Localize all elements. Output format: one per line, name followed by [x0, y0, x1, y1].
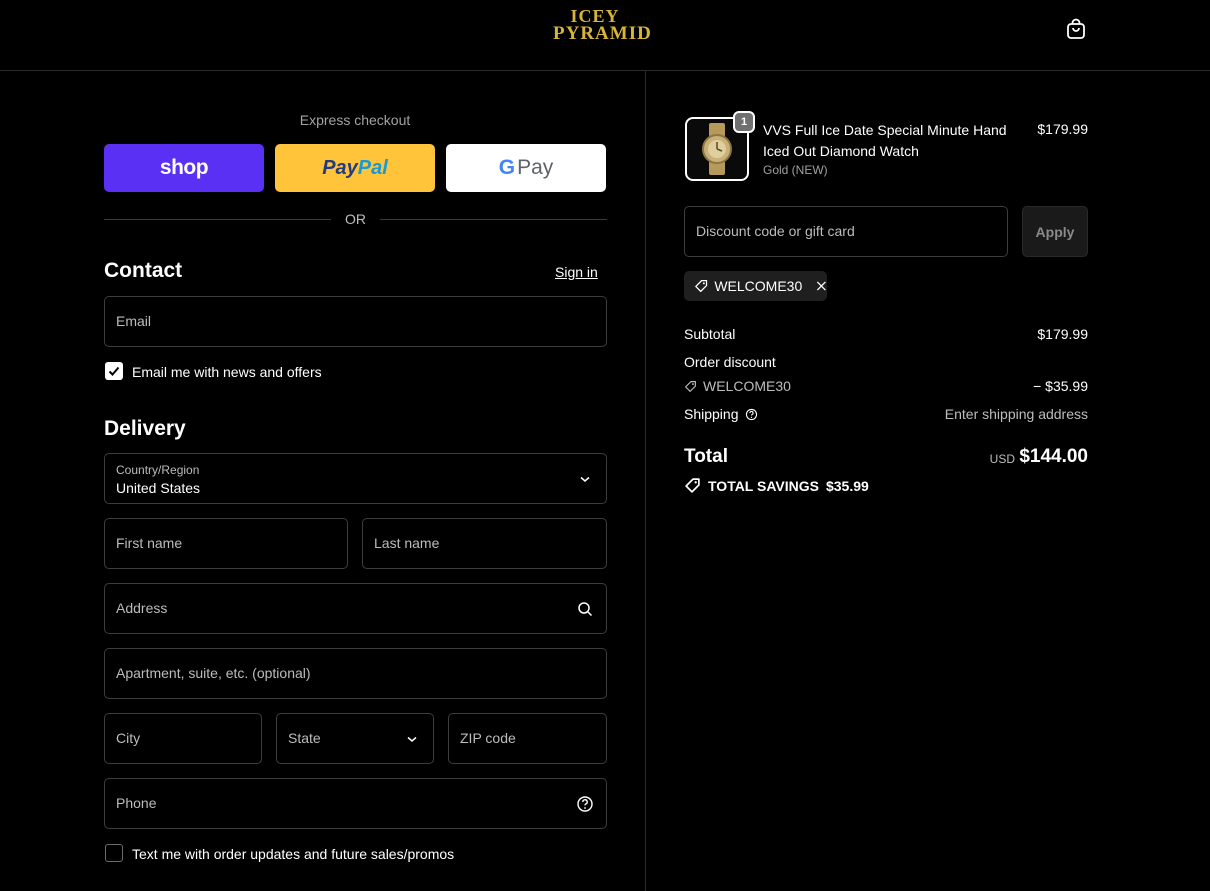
paypal-button[interactable]: Pay Pal — [275, 144, 435, 192]
google-pay-button[interactable]: G Pay — [446, 144, 606, 192]
total-row: Total USD $144.00 — [684, 445, 1088, 471]
subtotal-value: $179.99 — [1037, 326, 1088, 342]
applied-discount-code: WELCOME30 — [714, 278, 803, 294]
discount-value: − $35.99 — [1033, 378, 1088, 394]
last-name-field[interactable]: Last name — [362, 518, 607, 569]
address-placeholder: Address — [116, 600, 168, 616]
email-placeholder: Email — [116, 313, 152, 329]
country-value: United States — [116, 480, 201, 496]
header: ICEY PYRAMID — [0, 0, 1210, 71]
zip-field[interactable]: ZIP code — [448, 713, 607, 764]
shop-pay-button[interactable]: shop — [104, 144, 264, 192]
subtotal-label: Subtotal — [684, 326, 736, 342]
news-checkbox-label: Email me with news and offers — [132, 364, 322, 380]
order-discount-label: Order discount — [684, 354, 776, 370]
sign-in-link[interactable]: Sign in — [555, 264, 598, 280]
currency-code: USD — [989, 452, 1015, 466]
chevron-down-icon — [580, 476, 590, 482]
shop-pay-label: shop — [159, 156, 209, 179]
delivery-heading: Delivery — [104, 417, 186, 440]
country-label: Country/Region — [116, 463, 200, 477]
phone-field[interactable]: Phone — [104, 778, 607, 829]
search-icon — [578, 602, 593, 617]
apartment-placeholder: Apartment, suite, etc. (optional) — [116, 665, 311, 681]
store-logo[interactable]: ICEY PYRAMID — [553, 7, 652, 48]
total-label: Total — [684, 446, 728, 467]
discount-code-row: WELCOME30 − $35.99 — [684, 378, 1088, 398]
phone-placeholder: Phone — [116, 795, 157, 811]
product-title: VVS Full Ice Date Special Minute Hand Ic… — [763, 122, 1007, 159]
shipping-value: Enter shipping address — [944, 406, 1088, 422]
or-divider: OR — [104, 211, 607, 229]
shopping-bag-icon[interactable] — [1064, 17, 1088, 41]
first-name-field[interactable]: First name — [104, 518, 348, 569]
paypal-label-part2: Pal — [357, 156, 388, 179]
country-select[interactable]: Country/Region United States — [104, 453, 607, 504]
apply-discount-button[interactable]: Apply — [1022, 206, 1088, 257]
apartment-field[interactable]: Apartment, suite, etc. (optional) — [104, 648, 607, 699]
or-line-right — [380, 219, 607, 220]
product-variant: Gold (NEW) — [763, 163, 828, 177]
shipping-row: Shipping Enter shipping address — [684, 406, 1088, 426]
paypal-label-part1: Pay — [322, 156, 358, 179]
zip-placeholder: ZIP code — [460, 730, 516, 746]
tag-icon — [695, 280, 708, 292]
discount-code-text: WELCOME30 — [703, 378, 791, 394]
discount-code-line: WELCOME30 — [684, 378, 791, 394]
savings-value: $35.99 — [825, 477, 869, 494]
google-pay-label: Pay — [517, 156, 554, 179]
subtotal-row: Subtotal $179.99 — [684, 326, 1088, 346]
shipping-label-wrap: Shipping — [684, 406, 758, 422]
chevron-down-icon — [407, 736, 417, 742]
savings-label: TOTAL SAVINGS — [708, 477, 819, 494]
column-divider — [645, 71, 646, 891]
contact-heading: Contact — [104, 259, 183, 282]
shipping-label: Shipping — [684, 406, 739, 422]
express-checkout-title: Express checkout — [299, 112, 411, 128]
city-placeholder: City — [116, 730, 141, 746]
quantity-badge: 1 — [733, 111, 755, 133]
logo-line-2: PYRAMID — [553, 23, 652, 44]
close-icon[interactable] — [816, 280, 827, 292]
sms-checkbox-label: Text me with order updates and future sa… — [132, 846, 455, 862]
checkmark-icon — [108, 366, 120, 376]
first-name-placeholder: First name — [116, 535, 183, 551]
address-field[interactable]: Address — [104, 583, 607, 634]
discount-code-field[interactable]: Discount code or gift card — [684, 206, 1008, 257]
sms-checkbox[interactable] — [105, 844, 123, 862]
discount-code-placeholder: Discount code or gift card — [696, 223, 855, 239]
state-placeholder: State — [288, 730, 321, 746]
last-name-placeholder: Last name — [374, 535, 440, 551]
google-g-icon: G — [498, 156, 516, 179]
order-discount-row: Order discount — [684, 354, 1088, 374]
help-icon[interactable] — [576, 795, 594, 813]
tag-icon — [685, 478, 700, 493]
applied-discount-chip: WELCOME30 — [684, 271, 827, 301]
news-checkbox[interactable] — [105, 362, 123, 380]
city-field[interactable]: City — [104, 713, 262, 764]
tag-icon — [685, 380, 696, 392]
total-value: $144.00 — [1019, 446, 1088, 467]
state-select[interactable]: State — [276, 713, 434, 764]
product-price: $179.99 — [1037, 121, 1088, 137]
total-savings: TOTAL SAVINGS $35.99 — [684, 477, 869, 494]
email-field[interactable]: Email — [104, 296, 607, 347]
help-icon[interactable] — [745, 408, 758, 421]
